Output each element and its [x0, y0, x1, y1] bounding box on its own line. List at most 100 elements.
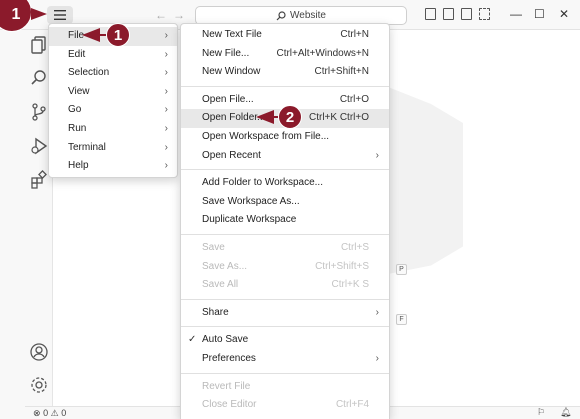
notifications-bell-icon[interactable]: 🔔︎: [560, 407, 571, 418]
chevron-right-icon: ›: [164, 160, 168, 172]
checkmark-icon: ✓: [188, 334, 197, 346]
menu-item-go[interactable]: Go ›: [49, 101, 177, 120]
open-workspace-item[interactable]: Open Workspace from File...: [181, 128, 389, 147]
menu-separator: [181, 233, 389, 235]
item-label: New Text File: [202, 29, 262, 40]
item-label: Revert File: [202, 380, 251, 392]
chevron-right-icon: ›: [164, 48, 168, 60]
save-as-item: Save As... Ctrl+Shift+S: [181, 258, 389, 277]
item-label: Save All: [202, 279, 239, 291]
item-shortcut: Ctrl+O: [339, 93, 369, 105]
chevron-right-icon: ›: [375, 149, 379, 161]
chevron-right-icon: ›: [164, 85, 168, 97]
search-icon: [276, 10, 286, 20]
callout-arrow-icon: [31, 8, 47, 20]
close-icon[interactable]: ✕: [559, 7, 569, 21]
new-text-file-item[interactable]: New Text File Ctrl+N: [181, 26, 389, 45]
problems-indicator[interactable]: ⊗ 0 ⚠ 0: [33, 408, 66, 419]
chevron-right-icon: ›: [375, 306, 379, 318]
item-shortcut: Ctrl+Alt+Windows+N: [276, 47, 369, 59]
hamburger-icon: [54, 10, 66, 20]
item-shortcut: Ctrl+K S: [331, 279, 369, 291]
search-text: Website: [290, 10, 326, 21]
source-control-icon[interactable]: [29, 102, 49, 122]
new-window-item[interactable]: New Window Ctrl+Shift+N: [181, 63, 389, 82]
item-shortcut: Ctrl+N: [340, 29, 369, 40]
save-item: Save Ctrl+S: [181, 239, 389, 258]
toggle-panel-icon[interactable]: [443, 8, 454, 20]
item-label: New Window: [202, 66, 261, 78]
back-arrow-icon[interactable]: ←: [155, 8, 167, 22]
item-shortcut: Ctrl+Shift+S: [315, 260, 369, 272]
menu-item-label: Edit: [68, 48, 86, 60]
customize-layout-icon[interactable]: [479, 8, 490, 20]
shortcut-hint-f: F: [396, 314, 407, 325]
layout-controls: [425, 8, 490, 20]
app-window: ← → Website — ☐ ✕ P F ⊗ 0 ⚠ 0 ⚐ 🔔︎ File …: [0, 0, 580, 419]
duplicate-workspace-item[interactable]: Duplicate Workspace: [181, 211, 389, 230]
auto-save-item[interactable]: ✓ Auto Save: [181, 331, 389, 350]
explorer-icon[interactable]: [29, 35, 49, 55]
callout-arrow-icon: [82, 28, 100, 42]
item-label: Open Workspace from File...: [202, 130, 330, 142]
chevron-right-icon: ›: [164, 122, 168, 134]
item-label: Save: [202, 241, 225, 253]
add-folder-item[interactable]: Add Folder to Workspace...: [181, 174, 389, 193]
toggle-sidebar-icon[interactable]: [425, 8, 436, 20]
forward-arrow-icon[interactable]: →: [173, 8, 185, 22]
new-file-item[interactable]: New File... Ctrl+Alt+Windows+N: [181, 45, 389, 64]
toggle-secondary-sidebar-icon[interactable]: [461, 8, 472, 20]
menu-item-edit[interactable]: Edit ›: [49, 46, 177, 65]
item-label: Open Recent: [202, 149, 261, 161]
menu-item-label: Help: [68, 160, 89, 172]
close-editor-item: Close Editor Ctrl+F4: [181, 396, 389, 415]
menu-item-label: Go: [68, 104, 82, 116]
extensions-icon[interactable]: [29, 170, 49, 190]
menu-item-terminal[interactable]: Terminal ›: [49, 139, 177, 158]
menu-item-label: Selection: [68, 67, 110, 79]
menu-item-view[interactable]: View ›: [49, 83, 177, 102]
item-label: Open File...: [202, 93, 254, 105]
share-item[interactable]: Share ›: [181, 304, 389, 323]
save-workspace-as-item[interactable]: Save Workspace As...: [181, 193, 389, 212]
settings-gear-icon[interactable]: [29, 375, 49, 395]
chevron-right-icon: ›: [164, 67, 168, 79]
chevron-right-icon: ›: [164, 30, 168, 41]
error-icon: ⊗: [33, 408, 41, 418]
menu-separator: [181, 169, 389, 171]
item-label: Duplicate Workspace: [202, 214, 297, 226]
account-icon[interactable]: [29, 342, 49, 362]
preferences-item[interactable]: Preferences ›: [181, 350, 389, 369]
item-label: Save Workspace As...: [202, 195, 300, 207]
file-submenu: New Text File Ctrl+N New File... Ctrl+Alt+…: [180, 23, 390, 419]
menu-separator: [181, 326, 389, 328]
menu-item-selection[interactable]: Selection ›: [49, 64, 177, 83]
item-label: Close Editor: [202, 399, 257, 411]
vscode-watermark-logo: [383, 85, 463, 275]
open-recent-item[interactable]: Open Recent ›: [181, 147, 389, 166]
item-shortcut: Ctrl+S: [340, 241, 369, 253]
menu-item-label: Run: [68, 122, 87, 134]
menu-item-run[interactable]: Run ›: [49, 120, 177, 139]
menu-item-help[interactable]: Help ›: [49, 157, 177, 176]
item-shortcut: Ctrl+K Ctrl+O: [308, 112, 369, 124]
chevron-right-icon: ›: [164, 104, 168, 116]
run-debug-icon[interactable]: [29, 136, 49, 156]
revert-file-item: Revert File: [181, 378, 389, 397]
minimize-icon[interactable]: —: [510, 7, 522, 21]
warning-icon: ⚠: [50, 408, 59, 418]
callout-arrow-icon: [256, 110, 274, 124]
menu-button[interactable]: [47, 6, 73, 24]
maximize-icon[interactable]: ☐: [534, 7, 545, 21]
item-label: Share: [202, 306, 229, 318]
error-count: 0: [43, 408, 49, 418]
search-sidebar-icon[interactable]: [29, 68, 49, 88]
item-label: Add Folder to Workspace...: [202, 177, 323, 189]
item-label: Save As...: [202, 260, 248, 272]
step-1-menu-badge: 1: [106, 23, 130, 47]
step-2-badge: 2: [278, 105, 302, 129]
callout-step-1-menu: 1: [82, 23, 130, 47]
menu-item-label: Terminal: [68, 141, 106, 153]
menu-separator: [181, 372, 389, 374]
feedback-icon[interactable]: ⚐: [537, 407, 545, 418]
